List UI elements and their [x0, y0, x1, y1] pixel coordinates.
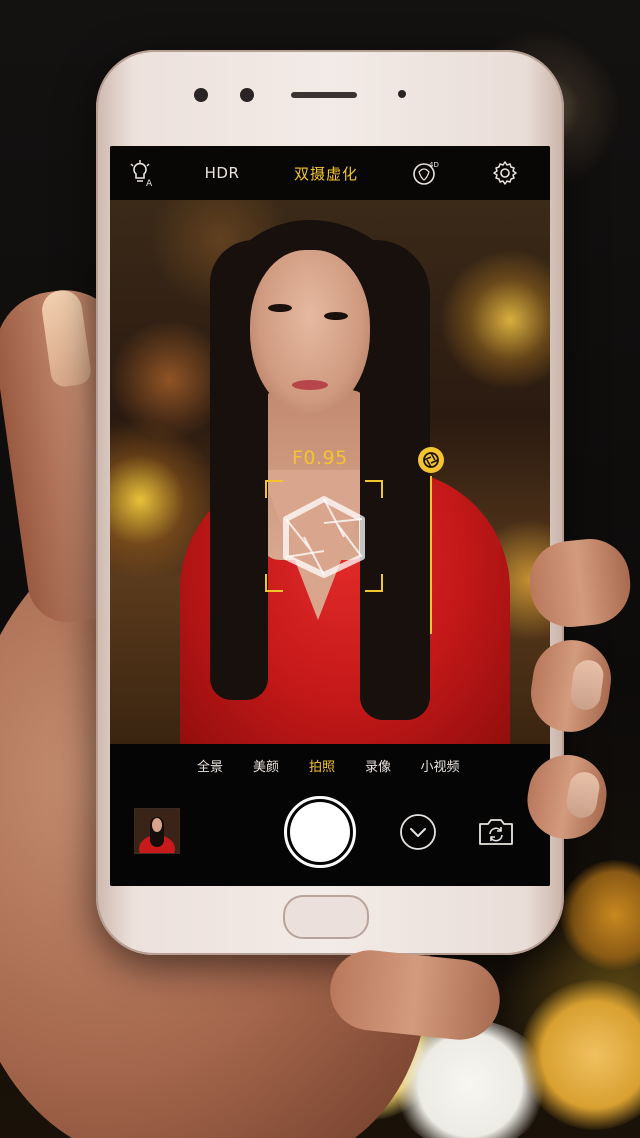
hdr-toggle[interactable]: HDR — [196, 146, 248, 200]
photo-stage: A HDR 双摄虚化 4D F0.95 全景 美颜 拍照 录像 小视频 — [0, 0, 640, 1138]
subject-eye-left — [268, 304, 292, 312]
mode-photo[interactable]: 拍照 — [300, 756, 344, 780]
front-camera — [194, 88, 208, 102]
aperture-blade-icon — [283, 496, 365, 578]
bokeh-mode-title[interactable]: 双摄虚化 — [286, 146, 366, 200]
camera-bottom-bar: 全景 美颜 拍照 录像 小视频 — [110, 744, 550, 886]
gallery-preview-image — [135, 809, 179, 863]
shutter-inner — [290, 802, 350, 862]
proximity-sensor — [398, 90, 406, 98]
camera-top-bar: A HDR 双摄虚化 4D — [110, 146, 550, 200]
viewfinder[interactable]: F0.95 — [110, 200, 550, 744]
bokeh-light — [560, 860, 640, 970]
svg-text:4D: 4D — [429, 161, 439, 169]
hdr-label: HDR — [204, 164, 240, 182]
front-camera-secondary — [240, 88, 254, 102]
earpiece-speaker — [291, 92, 357, 98]
subject-eye-right — [324, 312, 348, 320]
camera-screen: A HDR 双摄虚化 4D F0.95 全景 美颜 拍照 录像 小视频 — [110, 146, 550, 886]
flash-auto-icon: A — [130, 160, 153, 188]
effect-button[interactable]: 4D — [408, 146, 442, 200]
mode-panorama[interactable]: 全景 — [188, 756, 232, 780]
phone-body: A HDR 双摄虚化 4D F0.95 全景 美颜 拍照 录像 小视频 — [96, 50, 564, 955]
settings-button[interactable] — [488, 146, 522, 200]
home-button[interactable] — [283, 895, 369, 939]
aperture-value: F0.95 — [292, 447, 348, 469]
chevron-down-icon[interactable] — [398, 812, 438, 852]
aperture-slider-track[interactable] — [430, 476, 432, 634]
mode-video[interactable]: 录像 — [356, 756, 400, 780]
subject-face — [250, 250, 370, 415]
shutter-button[interactable] — [284, 796, 356, 868]
svg-text:A: A — [146, 179, 153, 188]
mode-short-video[interactable]: 小视频 — [410, 756, 470, 780]
gallery-thumbnail[interactable] — [134, 808, 180, 863]
gear-icon — [493, 161, 517, 185]
aperture-icon[interactable] — [417, 446, 445, 474]
camera-switch-icon[interactable] — [476, 814, 516, 850]
subject-lips — [292, 380, 328, 390]
flash-auto-button[interactable]: A — [124, 146, 158, 200]
mode-title: 双摄虚化 — [293, 164, 358, 183]
4d-portrait-icon: 4D — [413, 161, 439, 185]
mode-beauty[interactable]: 美颜 — [244, 756, 288, 780]
